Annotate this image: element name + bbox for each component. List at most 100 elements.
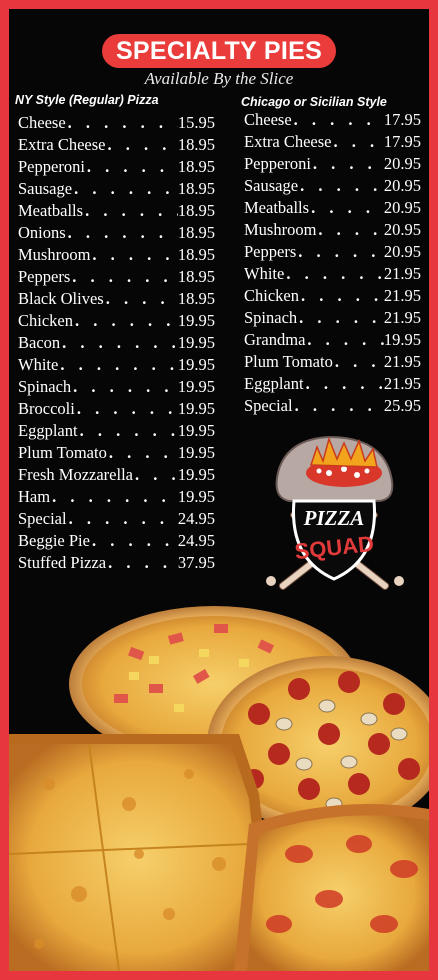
- item-name: Bacon: [18, 333, 61, 352]
- item-price: 21.95: [383, 352, 421, 371]
- item-price: 20.95: [383, 242, 421, 261]
- ny-style-menu-item: Bacon. . . . . . . . . . . . . . . . . .…: [18, 332, 215, 354]
- dot-leader: . . . . . . . . . . . . . . . . . . .: [299, 308, 384, 327]
- ny-style-menu-item: Onions. . . . . . . . . . . . . . . . . …: [18, 222, 215, 244]
- item-name: Pepperoni: [18, 157, 85, 176]
- item-price: 18.95: [177, 157, 215, 176]
- item-price: 19.95: [177, 487, 215, 506]
- ny-style-menu-item: Pepperoni. . . . . . . . . . . . . . . .…: [18, 156, 215, 178]
- chicago-style-menu-item: White. . . . . . . . . . . . . . . . . .…: [244, 263, 421, 285]
- ny-style-menu-item: Plum Tomato. . . . . . . . . . . . . . .…: [18, 442, 215, 464]
- pizza-photo: [9, 606, 429, 971]
- ny-style-menu-item: Cheese. . . . . . . . . . . . . . . . . …: [18, 112, 215, 134]
- item-price: 21.95: [383, 286, 421, 305]
- dot-leader: . . . . . . . . . . . . . . . . . . .: [74, 179, 178, 198]
- ny-style-menu-item: Beggie Pie. . . . . . . . . . . . . . . …: [18, 530, 215, 552]
- item-price: 24.95: [177, 509, 215, 528]
- dot-leader: . . . . . . . . . . . . . . . . . . .: [86, 157, 178, 176]
- chicago-style-menu-item: Plum Tomato. . . . . . . . . . . . . . .…: [244, 351, 421, 373]
- item-name: Plum Tomato: [244, 352, 333, 371]
- chicago-style-menu-item: Chicken. . . . . . . . . . . . . . . . .…: [244, 285, 421, 307]
- item-name: Sausage: [244, 176, 299, 195]
- chicago-style-menu-item: Spinach. . . . . . . . . . . . . . . . .…: [244, 307, 421, 329]
- item-price: 19.95: [177, 377, 215, 396]
- item-name: Eggplant: [18, 421, 78, 440]
- item-name: Onions: [18, 223, 66, 242]
- item-price: 18.95: [177, 245, 215, 264]
- item-price: 18.95: [177, 223, 215, 242]
- item-name: Special: [18, 509, 67, 528]
- item-name: Ham: [18, 487, 51, 506]
- pizza-squad-logo: PIZZA SQUAD: [266, 435, 404, 590]
- ny-style-menu-item: Black Olives. . . . . . . . . . . . . . …: [18, 288, 215, 310]
- item-price: 19.95: [177, 355, 215, 374]
- dot-leader: . . . . . . . . . . . . . . . . . . .: [293, 110, 384, 129]
- dot-leader: . . . . . . . . . . . . . . . . . . .: [334, 352, 384, 371]
- item-price: 18.95: [177, 135, 215, 154]
- dot-leader: . . . . . . . . . . . . . . . . . . .: [67, 113, 178, 132]
- dot-leader: . . . . . . . . . . . . . . . . . . .: [107, 135, 178, 154]
- ny-style-menu-item: Eggplant. . . . . . . . . . . . . . . . …: [18, 420, 215, 442]
- item-price: 19.95: [383, 330, 421, 349]
- item-price: 21.95: [383, 308, 421, 327]
- dot-leader: . . . . . . . . . . . . . . . . . . .: [72, 267, 178, 286]
- item-price: 19.95: [177, 399, 215, 418]
- ny-style-menu-item: Mushroom. . . . . . . . . . . . . . . . …: [18, 244, 215, 266]
- item-name: Pepperoni: [244, 154, 311, 173]
- dot-leader: . . . . . . . . . . . . . . . . . . .: [312, 154, 384, 173]
- item-name: Stuffed Pizza: [18, 553, 107, 572]
- item-name: Sausage: [18, 179, 73, 198]
- item-price: 24.95: [177, 531, 215, 550]
- dot-leader: . . . . . . . . . . . . . . . . . . .: [298, 242, 384, 261]
- item-price: 21.95: [383, 264, 421, 283]
- item-price: 18.95: [177, 201, 215, 220]
- dot-leader: . . . . . . . . . . . . . . . . . . .: [108, 443, 178, 462]
- item-name: Cheese: [244, 110, 292, 129]
- ny-style-menu-item: Spinach. . . . . . . . . . . . . . . . .…: [18, 376, 215, 398]
- ny-style-menu-item: Fresh Mozzarella. . . . . . . . . . . . …: [18, 464, 215, 486]
- dot-leader: . . . . . . . . . . . . . . . . . . .: [75, 311, 178, 330]
- dot-leader: . . . . . . . . . . . . . . . . . . .: [76, 399, 178, 418]
- item-name: Special: [244, 396, 293, 415]
- item-price: 20.95: [383, 198, 421, 217]
- item-price: 19.95: [177, 465, 215, 484]
- dot-leader: . . . . . . . . . . . . . . . . . . .: [68, 509, 178, 528]
- chicago-style-menu-item: Peppers. . . . . . . . . . . . . . . . .…: [244, 241, 421, 263]
- dot-leader: . . . . . . . . . . . . . . . . . . .: [60, 355, 178, 374]
- ny-style-menu-item: Meatballs. . . . . . . . . . . . . . . .…: [18, 200, 215, 222]
- item-name: Mushroom: [244, 220, 317, 239]
- chicago-style-menu-item: Grandma. . . . . . . . . . . . . . . . .…: [244, 329, 421, 351]
- dot-leader: . . . . . . . . . . . . . . . . . . .: [301, 286, 384, 305]
- item-price: 19.95: [177, 443, 215, 462]
- dot-leader: . . . . . . . . . . . . . . . . . . .: [333, 132, 384, 151]
- dot-leader: . . . . . . . . . . . . . . . . . . .: [67, 223, 178, 242]
- chicago-style-menu-item: Special. . . . . . . . . . . . . . . . .…: [244, 395, 421, 417]
- dot-leader: . . . . . . . . . . . . . . . . . . .: [91, 531, 178, 550]
- ny-style-menu-item: Ham. . . . . . . . . . . . . . . . . . .…: [18, 486, 215, 508]
- item-price: 21.95: [383, 374, 421, 393]
- item-name: Broccoli: [18, 399, 75, 418]
- dot-leader: . . . . . . . . . . . . . . . . . . .: [92, 245, 177, 264]
- item-price: 15.95: [177, 113, 215, 132]
- ny-style-menu-list: Cheese. . . . . . . . . . . . . . . . . …: [18, 112, 215, 574]
- dot-leader: . . . . . . . . . . . . . . . . . . .: [286, 264, 384, 283]
- item-name: White: [244, 264, 285, 283]
- dot-leader: . . . . . . . . . . . . . . . . . . .: [318, 220, 383, 239]
- ny-style-menu-item: Special. . . . . . . . . . . . . . . . .…: [18, 508, 215, 530]
- item-price: 19.95: [177, 421, 215, 440]
- chicago-style-heading: Chicago or Sicilian Style: [241, 95, 387, 109]
- item-price: 20.95: [383, 154, 421, 173]
- ny-style-menu-item: Stuffed Pizza. . . . . . . . . . . . . .…: [18, 552, 215, 574]
- item-price: 17.95: [383, 110, 421, 129]
- item-name: Mushroom: [18, 245, 91, 264]
- item-name: Extra Cheese: [18, 135, 106, 154]
- ny-style-menu-item: Peppers. . . . . . . . . . . . . . . . .…: [18, 266, 215, 288]
- ny-style-menu-item: Extra Cheese. . . . . . . . . . . . . . …: [18, 134, 215, 156]
- chicago-style-menu-item: Meatballs. . . . . . . . . . . . . . . .…: [244, 197, 421, 219]
- ny-style-menu-item: Chicken. . . . . . . . . . . . . . . . .…: [18, 310, 215, 332]
- item-name: Cheese: [18, 113, 66, 132]
- menu-board: SPECIALTY PIES Available By the Slice NY…: [9, 9, 429, 971]
- item-name: Beggie Pie: [18, 531, 90, 550]
- item-price: 19.95: [177, 333, 215, 352]
- item-price: 19.95: [177, 311, 215, 330]
